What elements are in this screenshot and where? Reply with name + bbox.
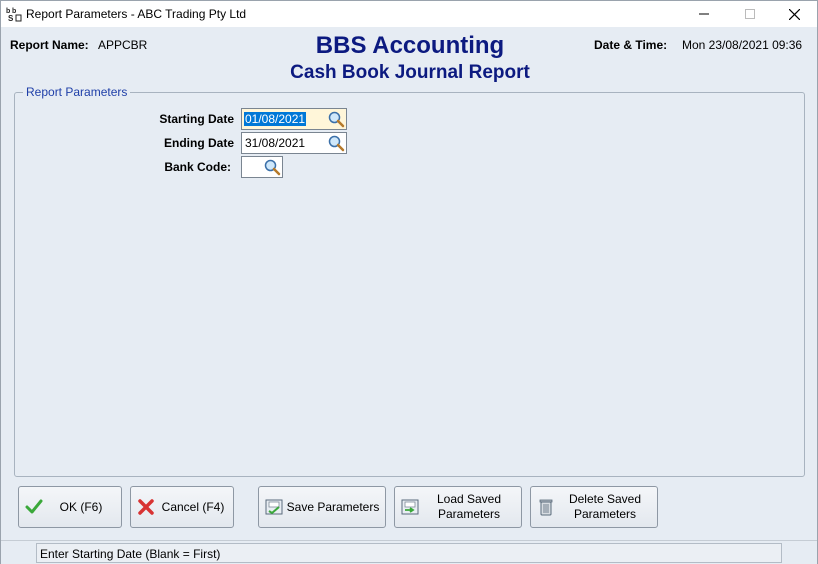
close-icon (788, 8, 800, 20)
status-message: Enter Starting Date (Blank = First) (40, 547, 221, 561)
load-saved-parameters-label: Load Saved Parameters (421, 492, 517, 522)
magnifier-icon[interactable] (327, 134, 345, 152)
load-label-line2: Parameters (437, 507, 501, 521)
red-x-icon (138, 499, 154, 515)
bank-code-field[interactable] (241, 156, 283, 178)
delete-label-line1: Delete Saved (568, 492, 642, 506)
load-saved-parameters-button[interactable]: Load Saved Parameters (394, 486, 522, 528)
green-check-icon (25, 499, 43, 514)
minimize-button[interactable] (681, 1, 727, 27)
starting-date-field[interactable]: 01/08/2021 (241, 108, 347, 130)
ok-button-label: OK (F6) (59, 499, 103, 514)
maximize-icon (745, 9, 755, 19)
bbs-app-icon: b b S (6, 8, 22, 22)
minimize-icon (699, 13, 709, 15)
status-bar: Enter Starting Date (Blank = First) (1, 540, 817, 564)
datetime-value: Mon 23/08/2021 09:36 (682, 38, 803, 52)
magnifier-icon[interactable] (263, 158, 281, 176)
starting-date-value: 01/08/2021 (244, 112, 307, 126)
save-parameters-label: Save Parameters (286, 499, 380, 514)
load-label-line1: Load Saved (436, 492, 502, 506)
delete-saved-parameters-button[interactable]: Delete Saved Parameters (530, 486, 658, 528)
window-title: Report Parameters - ABC Trading Pty Ltd (26, 7, 247, 21)
ending-date-field[interactable]: 31/08/2021 (241, 132, 347, 154)
report-title: Cash Book Journal Report (290, 62, 530, 83)
report-parameters-window: b b S Report Parameters - ABC Trading Pt… (0, 0, 818, 564)
save-parameters-button[interactable]: Save Parameters (258, 486, 386, 528)
ok-button[interactable]: OK (F6) (18, 486, 122, 528)
trash-icon (539, 499, 553, 516)
ending-date-value: 31/08/2021 (245, 136, 306, 150)
report-parameters-group (14, 92, 805, 477)
group-title: Report Parameters (23, 85, 131, 99)
cancel-button-label: Cancel (F4) (161, 499, 225, 514)
svg-text:S: S (8, 14, 14, 22)
close-button[interactable] (771, 1, 817, 27)
datetime-label: Date & Time: (594, 38, 668, 52)
maximize-button[interactable] (727, 1, 773, 27)
cancel-button[interactable]: Cancel (F4) (130, 486, 234, 528)
status-panel: Enter Starting Date (Blank = First) (36, 543, 782, 563)
starting-date-label: Starting Date (159, 112, 234, 126)
magnifier-icon[interactable] (327, 110, 345, 128)
bank-code-label: Bank Code: (164, 160, 231, 174)
delete-saved-parameters-label: Delete Saved Parameters (557, 492, 653, 522)
title-bar: b b S Report Parameters - ABC Trading Pt… (1, 1, 817, 27)
save-icon (265, 499, 283, 515)
delete-label-line2: Parameters (573, 507, 637, 521)
load-icon (401, 499, 419, 515)
ending-date-label: Ending Date (163, 136, 234, 150)
